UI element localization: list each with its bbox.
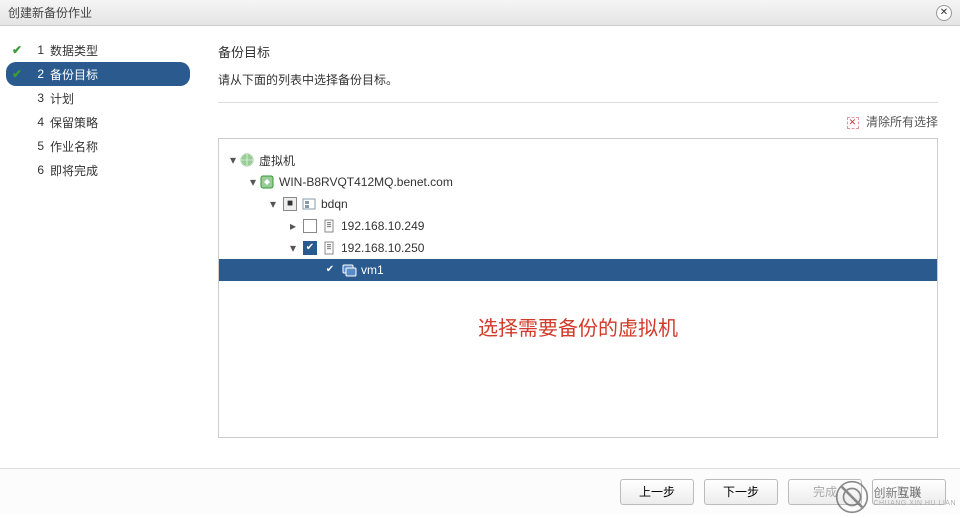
check-icon: ✔ [12,43,26,57]
tree-node-datacenter[interactable]: ▾ ■ bdqn [219,193,937,215]
clear-selection-button[interactable]: 清除所有选择 [847,115,938,129]
chevron-down-icon[interactable]: ▾ [267,197,279,211]
mixed-mark: ■ [287,199,293,209]
check-icon: ✔ [12,67,26,81]
check-mark: ✔ [306,243,314,253]
globe-icon [239,152,255,168]
vcenter-icon [259,174,275,190]
finish-button: 完成 [788,479,862,505]
clear-icon [847,117,859,129]
step-retention[interactable]: ✔ 4 保留策略 [0,110,196,134]
divider [218,102,938,103]
checkbox[interactable]: ✔ [303,241,317,255]
tree-node-root[interactable]: ▾ 虚拟机 [219,149,937,171]
tree-node-host-ip2[interactable]: ▾ ✔ 192.168.10.250 [219,237,937,259]
close-icon[interactable]: ✕ [936,5,952,21]
chevron-down-icon[interactable]: ▾ [227,153,239,167]
tree-node-host[interactable]: ▾ WIN-B8RVQT412MQ.benet.com [219,171,937,193]
step-number: 5 [30,139,44,153]
wizard-steps-sidebar: ✔ 1 数据类型 ✔ 2 备份目标 ✔ 3 计划 ✔ 4 保留策略 ✔ 5 [0,26,196,468]
step-label: 计划 [50,90,74,107]
step-label: 数据类型 [50,42,98,59]
step-label: 即将完成 [50,162,98,179]
step-number: 4 [30,115,44,129]
checkbox[interactable]: ■ [283,197,297,211]
checkbox[interactable]: ✔ [323,263,337,277]
check-mark: ✔ [326,265,334,275]
titlebar: 创建新备份作业 ✕ [0,0,960,26]
step-number: 6 [30,163,44,177]
tree-root-label: 虚拟机 [259,152,295,169]
annotation-overlay: 选择需要备份的虚拟机 [478,312,678,341]
chevron-right-icon[interactable]: ▸ [287,219,299,233]
host-icon [321,218,337,234]
wizard-body: ✔ 1 数据类型 ✔ 2 备份目标 ✔ 3 计划 ✔ 4 保留策略 ✔ 5 [0,26,960,468]
step-label: 备份目标 [50,66,98,83]
wizard-footer: 上一步 下一步 完成 取消 [0,468,960,514]
page-title: 备份目标 [218,42,938,61]
checkbox[interactable] [303,219,317,233]
tree-node-vm1[interactable]: ▾ ✔ vm1 [219,259,937,281]
step-data-type[interactable]: ✔ 1 数据类型 [0,38,196,62]
tree-host-label: WIN-B8RVQT412MQ.benet.com [279,175,453,189]
vm-icon [341,262,357,278]
toolbar: 清除所有选择 [218,113,938,130]
clear-selection-label: 清除所有选择 [866,115,938,129]
step-number: 3 [30,91,44,105]
wizard-main: 备份目标 请从下面的列表中选择备份目标。 清除所有选择 ▾ [196,26,960,468]
step-backup-target[interactable]: ✔ 2 备份目标 [6,62,190,86]
step-number: 1 [30,43,44,57]
step-job-name[interactable]: ✔ 5 作业名称 [0,134,196,158]
window-title: 创建新备份作业 [8,4,936,21]
datacenter-icon [301,196,317,212]
tree-ip1-label: 192.168.10.249 [341,219,424,233]
step-label: 作业名称 [50,138,98,155]
tree-node-host-ip1[interactable]: ▸ 192.168.10.249 [219,215,937,237]
host-icon [321,240,337,256]
tree-datacenter-label: bdqn [321,197,348,211]
tree-ip2-label: 192.168.10.250 [341,241,424,255]
step-label: 保留策略 [50,114,98,131]
step-number: 2 [30,67,44,81]
vm-tree[interactable]: ▾ 虚拟机 ▾ WIN-B8RVQT412MQ.benet.com [218,138,938,438]
cancel-button: 取消 [872,479,946,505]
tree-vm1-label: vm1 [361,263,384,277]
step-schedule[interactable]: ✔ 3 计划 [0,86,196,110]
chevron-down-icon[interactable]: ▾ [247,175,259,189]
next-button[interactable]: 下一步 [704,479,778,505]
chevron-down-icon[interactable]: ▾ [287,241,299,255]
wizard-window: 创建新备份作业 ✕ ✔ 1 数据类型 ✔ 2 备份目标 ✔ 3 计划 ✔ 4 [0,0,960,518]
prev-button[interactable]: 上一步 [620,479,694,505]
page-subtitle: 请从下面的列表中选择备份目标。 [218,71,938,88]
step-ready[interactable]: ✔ 6 即将完成 [0,158,196,182]
